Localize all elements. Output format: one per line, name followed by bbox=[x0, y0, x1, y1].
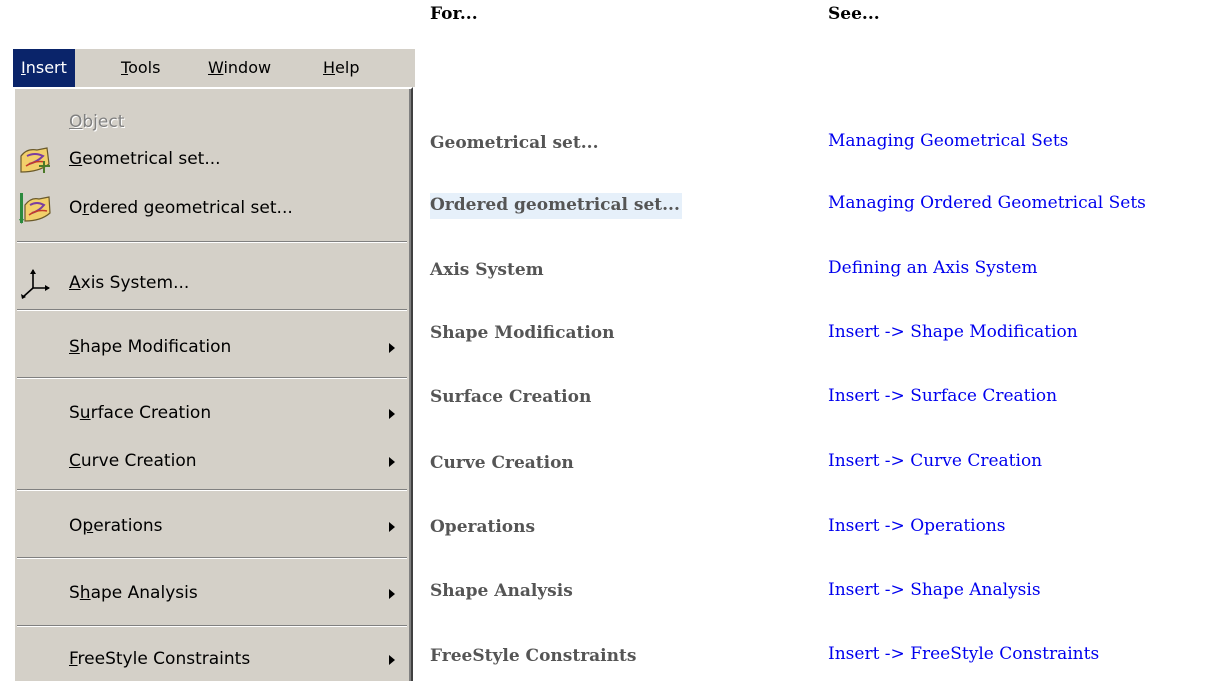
for-cell: Shape Modification bbox=[430, 323, 615, 343]
menu-item-object-label: Object bbox=[69, 112, 125, 132]
menu-tools-label: ools bbox=[128, 58, 161, 77]
menu-insert[interactable]: Insert bbox=[13, 49, 75, 87]
menu-insert-label: nsert bbox=[25, 58, 67, 77]
see-link[interactable]: Insert -> FreeStyle Constraints bbox=[828, 644, 1099, 664]
menu-item-operations-label: Operations bbox=[69, 516, 163, 536]
submenu-arrow-icon bbox=[389, 522, 395, 532]
menu-separator bbox=[17, 557, 407, 559]
menu-item-curve-creation-label: Curve Creation bbox=[69, 451, 197, 471]
menu-separator bbox=[17, 241, 407, 243]
for-cell: Surface Creation bbox=[430, 387, 592, 407]
menu-item-shape-analysis[interactable]: Shape Analysis bbox=[15, 573, 409, 613]
menu-separator bbox=[17, 377, 407, 379]
axis-system-icon bbox=[21, 269, 50, 299]
submenu-arrow-icon bbox=[389, 409, 395, 419]
menu-item-curve-creation[interactable]: Curve Creation bbox=[15, 441, 409, 481]
see-link[interactable]: Managing Ordered Geometrical Sets bbox=[828, 193, 1146, 213]
geometrical-set-icon bbox=[20, 147, 50, 173]
menu-help-mnemonic: H bbox=[323, 58, 336, 77]
menu-help-label: elp bbox=[335, 58, 360, 77]
submenu-arrow-icon bbox=[389, 589, 395, 599]
see-link[interactable]: Insert -> Surface Creation bbox=[828, 386, 1057, 406]
menu-window[interactable]: Window bbox=[200, 49, 279, 87]
submenu-arrow-icon bbox=[389, 457, 395, 467]
for-cell: Shape Analysis bbox=[430, 581, 573, 601]
submenu-arrow-icon bbox=[389, 343, 395, 353]
menu-tools[interactable]: Tools bbox=[113, 49, 168, 87]
submenu-arrow-icon bbox=[389, 655, 395, 665]
menu-separator bbox=[17, 625, 407, 627]
menu-item-object: Object bbox=[15, 102, 409, 142]
menu-item-axis-system[interactable]: Axis System... bbox=[15, 263, 409, 303]
menu-separator bbox=[17, 309, 407, 311]
see-link[interactable]: Managing Geometrical Sets bbox=[828, 131, 1068, 151]
see-link[interactable]: Insert -> Curve Creation bbox=[828, 451, 1042, 471]
for-cell: Geometrical set... bbox=[430, 133, 599, 153]
menu-item-axis-system-label: Axis System... bbox=[69, 273, 190, 293]
header-see: See... bbox=[828, 4, 880, 24]
menu-item-shape-modification[interactable]: Shape Modification bbox=[15, 327, 409, 367]
for-cell: Ordered geometrical set... bbox=[430, 193, 682, 219]
for-cell: Curve Creation bbox=[430, 453, 574, 473]
menu-item-surface-creation[interactable]: Surface Creation bbox=[15, 393, 409, 433]
menu-item-freestyle-constraints[interactable]: FreeStyle Constraints bbox=[15, 639, 409, 679]
for-cell: Axis System bbox=[430, 260, 544, 280]
menu-help[interactable]: Help bbox=[315, 49, 367, 87]
menu-item-geometrical-set[interactable]: Geometrical set... bbox=[15, 139, 409, 179]
menu-item-shape-modification-label: Shape Modification bbox=[69, 337, 232, 357]
for-cell: FreeStyle Constraints bbox=[430, 646, 637, 666]
menu-item-ordered-geometrical-set-label: Ordered geometrical set... bbox=[69, 198, 293, 218]
ordered-geometrical-set-icon bbox=[19, 193, 51, 224]
menu-separator bbox=[17, 489, 407, 491]
menu-window-mnemonic: W bbox=[208, 58, 224, 77]
menu-item-geometrical-set-label: Geometrical set... bbox=[69, 149, 221, 169]
menu-item-ordered-geometrical-set[interactable]: Ordered geometrical set... bbox=[15, 188, 409, 228]
menu-tools-mnemonic: T bbox=[121, 58, 129, 77]
header-for: For... bbox=[430, 4, 478, 24]
menu-item-operations[interactable]: Operations bbox=[15, 506, 409, 546]
see-link[interactable]: Insert -> Shape Analysis bbox=[828, 580, 1041, 600]
menubar: Insert Tools Window Help bbox=[13, 49, 415, 87]
menu-item-freestyle-constraints-label: FreeStyle Constraints bbox=[69, 649, 251, 669]
menu-item-shape-analysis-label: Shape Analysis bbox=[69, 583, 198, 603]
see-link[interactable]: Insert -> Operations bbox=[828, 516, 1006, 536]
see-link[interactable]: Insert -> Shape Modification bbox=[828, 322, 1078, 342]
see-link[interactable]: Defining an Axis System bbox=[828, 258, 1038, 278]
menu-window-label: indow bbox=[223, 58, 272, 77]
menu-item-surface-creation-label: Surface Creation bbox=[69, 403, 212, 423]
for-cell: Operations bbox=[430, 517, 536, 537]
insert-dropdown-menu: Object Geometrical set... Ordered geomet… bbox=[13, 87, 413, 681]
